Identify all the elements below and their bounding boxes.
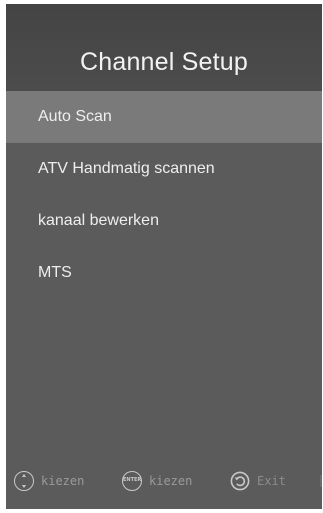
menu-item-atv-manual-scan[interactable]: ATV Handmatig scannen [6,143,322,195]
menu-item-auto-scan[interactable]: Auto Scan [6,91,322,143]
edge-marker [320,475,322,487]
menu-item-edit-channel[interactable]: kanaal bewerken [6,195,322,247]
channel-setup-screen: Channel Setup Auto Scan ATV Handmatig sc… [6,4,322,509]
header-bar: Channel Setup [6,4,322,91]
return-icon [230,471,250,491]
menu-item-mts[interactable]: MTS [6,247,322,299]
page-title: Channel Setup [79,48,248,76]
navigate-up-down-icon [14,471,34,491]
enter-hint-label: kiezen [149,474,193,488]
channel-setup-menu: Auto Scan ATV Handmatig scannen kanaal b… [6,91,322,299]
enter-hint: ENTER kiezen [122,471,192,491]
exit-hint-label: Exit [257,474,286,488]
key-hint-bar: kiezen ENTER kiezen Exit [6,461,322,501]
navigate-hint-label: kiezen [41,474,85,488]
navigate-hint: kiezen [14,471,84,491]
exit-hint: Exit [230,471,286,491]
enter-icon: ENTER [122,471,142,491]
